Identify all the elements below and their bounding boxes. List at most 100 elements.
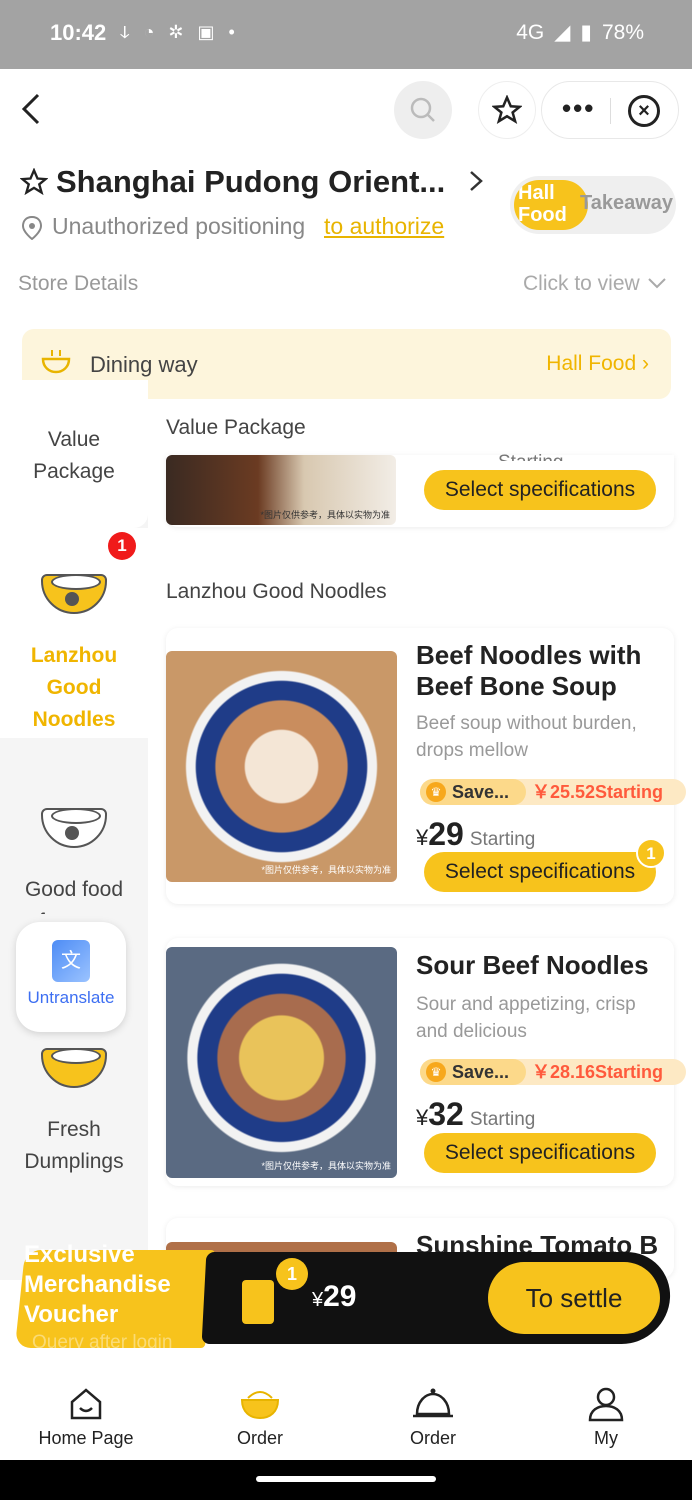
click-to-view-label: Click to view xyxy=(523,272,640,295)
tab-home[interactable]: Home Page xyxy=(26,1384,146,1449)
search-button[interactable] xyxy=(394,81,452,139)
nav-bar: ••• × xyxy=(0,69,692,151)
value-package-card[interactable]: *图片仅供参考，具体以实物为准 Starting Select specific… xyxy=(166,452,674,527)
screen-record-icon: ▣ xyxy=(197,22,215,42)
discount-tag: Save... ♛ ￥25.52Starting xyxy=(420,779,686,805)
cart-count-badge: 1 xyxy=(276,1258,308,1290)
section-title-value-package: Value Package xyxy=(166,416,306,439)
tab-order-history[interactable]: Order xyxy=(373,1384,493,1449)
home-icon xyxy=(26,1384,146,1428)
mode-takeaway[interactable]: Takeaway xyxy=(580,192,673,215)
price-starting-label: Starting xyxy=(469,829,536,850)
untranslate-label: Untranslate xyxy=(27,988,115,1007)
capsule-divider xyxy=(610,98,611,124)
dining-way-value[interactable]: Hall Food › xyxy=(546,352,649,376)
sidebar-item-label: Fresh Dumplings xyxy=(24,1118,124,1173)
dot-icon: • xyxy=(228,22,235,42)
dish-price: ¥29 Starting xyxy=(416,816,535,853)
authorize-link[interactable]: to authorize xyxy=(324,213,444,240)
tab-label: My xyxy=(594,1428,618,1448)
location-status: Unauthorized positioning xyxy=(52,213,306,239)
favorite-button[interactable] xyxy=(478,81,536,139)
store-chevron-right-icon[interactable] xyxy=(466,166,486,204)
tab-label: Order xyxy=(236,1428,283,1448)
dish-image: *图片仅供参考，具体以实物为准 xyxy=(166,947,397,1178)
mode-hall-food[interactable]: Hall Food xyxy=(514,180,588,230)
cart-total: ¥29 xyxy=(312,1280,357,1314)
serving-bowl-icon xyxy=(40,347,72,382)
dish-price: ¥32 Starting xyxy=(416,1096,535,1133)
dish-card[interactable]: *图片仅供参考，具体以实物为准 Sour Beef Noodles Sour a… xyxy=(166,938,686,1186)
status-left-icons: ↆ ◔ ✲ ▣ • xyxy=(120,22,235,43)
price-starting-label: Starting xyxy=(469,1109,536,1130)
dish-description: Sour and appetizing, crisp and delicious xyxy=(416,994,636,1042)
noodle-bowl-icon xyxy=(37,556,111,616)
search-icon xyxy=(410,97,435,122)
sidebar-item-label: Good food for next xyxy=(24,878,124,914)
tab-label: Order xyxy=(409,1428,456,1448)
noodle-bowl-icon xyxy=(200,1384,320,1428)
dumpling-bowl-icon xyxy=(37,1030,111,1090)
cloche-icon xyxy=(373,1384,493,1428)
category-sidebar: Value Package Lanzhou Good Noodles 1 Goo… xyxy=(0,380,148,1280)
dish-card[interactable]: *图片仅供参考，具体以实物为准 Beef Noodles with Beef B… xyxy=(166,628,686,904)
rice-bowl-icon xyxy=(37,790,111,850)
data-saver-icon: ✲ xyxy=(168,22,184,42)
section-title-lanzhou: Lanzhou Good Noodles xyxy=(166,580,387,603)
discount-price: ￥28.16Starting xyxy=(532,1062,664,1082)
image-caption: *图片仅供参考，具体以实物为准 xyxy=(260,510,390,520)
home-indicator[interactable] xyxy=(256,1476,436,1482)
untranslate-button[interactable]: 文 Untranslate xyxy=(16,922,126,1032)
sidebar-item-label: Lanzhou Good Noodles xyxy=(30,644,118,731)
back-icon[interactable] xyxy=(18,91,48,127)
sidebar-item-value-package[interactable]: Value Package xyxy=(0,380,148,528)
sidebar-item-label: Value Package xyxy=(33,428,115,483)
price-value: 29 xyxy=(428,816,464,852)
voucher-title: Exclusive Merchandise Voucher xyxy=(24,1241,171,1328)
chevron-down-icon xyxy=(646,272,668,295)
store-details-label: Store Details xyxy=(18,272,139,295)
dining-way-label: Dining way xyxy=(90,352,198,377)
tab-order-menu[interactable]: Order xyxy=(200,1384,320,1449)
network-type: 4G xyxy=(516,20,545,44)
more-icon[interactable]: ••• xyxy=(562,93,595,124)
notification-icon: ↆ xyxy=(120,22,130,42)
select-specifications-button[interactable]: Select specifications xyxy=(424,852,656,892)
select-specifications-button[interactable]: Select specifications xyxy=(424,470,656,510)
mini-program-capsule: ••• × xyxy=(541,81,679,139)
dish-description: Beef soup without burden, drops mellow xyxy=(416,713,637,761)
cart-total-value: 29 xyxy=(323,1280,357,1313)
bottom-tab-bar: Home Page Order Order My xyxy=(0,1370,692,1460)
voucher-subtitle: Query after login xyxy=(32,1332,173,1353)
dining-way-value-text: Hall Food xyxy=(546,352,637,375)
star-icon xyxy=(492,95,522,125)
sidebar-item-fresh-dumplings[interactable]: Fresh Dumplings xyxy=(0,1030,148,1180)
user-icon xyxy=(546,1384,666,1428)
settle-button[interactable]: To settle xyxy=(488,1262,660,1334)
store-details-toggle[interactable]: Click to view xyxy=(523,272,668,296)
wifi-icon: ◔ xyxy=(143,22,155,42)
close-icon[interactable]: × xyxy=(628,95,660,127)
dish-image: *图片仅供参考，具体以实物为准 xyxy=(166,651,397,882)
shopping-bag-icon[interactable] xyxy=(242,1280,274,1324)
dish-name: Beef Noodles with Beef Bone Soup xyxy=(416,640,642,701)
battery-icon: ▮ xyxy=(580,21,592,44)
status-right: 4G ◢ ▮ 78% xyxy=(516,20,644,45)
price-value: 32 xyxy=(428,1096,464,1132)
price-starting-label: Starting xyxy=(498,443,563,461)
tab-my[interactable]: My xyxy=(546,1384,666,1449)
sidebar-item-good-food[interactable]: Good food for next xyxy=(0,790,148,930)
tab-label: Home Page xyxy=(38,1428,134,1448)
store-star-icon[interactable] xyxy=(19,167,49,203)
status-bar: 10:42 ↆ ◔ ✲ ▣ • 4G ◢ ▮ 78% xyxy=(0,0,692,69)
sidebar-item-lanzhou-noodles[interactable]: Lanzhou Good Noodles 1 xyxy=(0,528,148,738)
translate-icon: 文 xyxy=(52,940,90,982)
dining-mode-toggle[interactable]: Hall Food Takeaway xyxy=(510,176,676,234)
currency-symbol: ¥ xyxy=(416,825,429,850)
dish-name: Sour Beef Noodles xyxy=(416,950,649,980)
discount-tag: Save... ♛ ￥28.16Starting xyxy=(420,1059,686,1085)
value-package-image: *图片仅供参考，具体以实物为准 xyxy=(166,455,396,525)
signal-icon: ◢ xyxy=(554,21,571,44)
select-specifications-button[interactable]: Select specifications xyxy=(424,1133,656,1173)
store-name[interactable]: Shanghai Pudong Orient... xyxy=(56,164,456,200)
